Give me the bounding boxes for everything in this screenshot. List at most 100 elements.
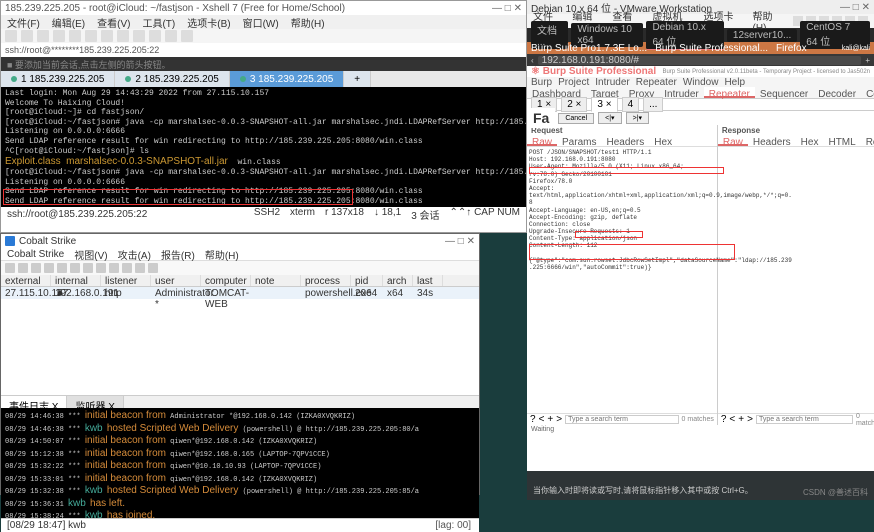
toolbar-icon[interactable] [53,30,65,42]
response-body[interactable] [718,147,874,413]
add-icon[interactable]: + [738,414,744,425]
bmenu[interactable]: Burp [531,77,552,88]
rtab-active[interactable]: 3 × [591,97,617,112]
ctb-icon[interactable] [109,263,119,273]
btab-listeners[interactable]: 监听器 X [67,396,123,408]
pst-hex[interactable]: Hex [796,136,824,146]
nav-icon[interactable]: < [729,414,735,425]
rst-params[interactable]: Params [557,136,601,146]
ctb-icon[interactable] [57,263,67,273]
toolbar-icon[interactable] [181,30,193,42]
next-button[interactable]: >|▾ [626,112,649,124]
toolbar-icon[interactable] [133,30,145,42]
url-field[interactable]: 192.168.0.191:8080/# [538,56,862,65]
xshell-terminal[interactable]: Last login: Mon Aug 29 14:43:29 2022 fro… [1,87,526,207]
table-header[interactable]: external internal ▲ listener user comput… [1,275,479,287]
cobalt-toolbar[interactable] [1,261,479,275]
ctb-icon[interactable] [96,263,106,273]
toolbar-icon[interactable] [69,30,81,42]
nav-icon[interactable]: > [747,414,753,425]
menu-view[interactable]: 查看(V) [97,15,130,30]
xshell-toolbar[interactable] [1,29,526,43]
burp-menubar[interactable]: Burp Project Intruder Repeater Window He… [527,77,874,87]
request-body[interactable]: POST /JSON/SNAPSHOT/test1 HTTP/1.1 Host:… [527,147,717,409]
ctb-icon[interactable] [135,263,145,273]
rst-raw[interactable]: Raw [527,136,557,146]
rst-hex[interactable]: Hex [649,136,677,146]
th-arch[interactable]: arch [383,275,413,286]
menu-window[interactable]: 窗口(W) [243,15,279,30]
bmenu[interactable]: Repeater [636,77,677,88]
search-icon[interactable]: ? [721,414,727,425]
nav-back-icon[interactable]: ‹ [531,56,534,65]
menu-tab[interactable]: 选项卡(B) [187,15,230,30]
btab-comparer[interactable]: Comparer [861,87,874,98]
menu-tools[interactable]: 工具(T) [142,15,175,30]
add-tab-icon[interactable]: + [865,56,870,65]
cobalt-window-controls[interactable]: — □ ✕ [445,236,475,247]
pst-html[interactable]: HTML [823,136,860,146]
xshell-menubar[interactable]: 文件(F) 编辑(E) 查看(V) 工具(T) 选项卡(B) 窗口(W) 帮助(… [1,15,526,29]
prev-button[interactable]: <|▾ [598,112,621,124]
rtab[interactable]: 4 [622,97,640,112]
app-tab[interactable]: Firefox [776,43,807,54]
app-tab[interactable]: Burp Suite Pro1.7.3E Lo... [531,43,647,54]
menu-file[interactable]: 文件(F) [7,15,40,30]
cobalt-input-bar[interactable]: [08/29 18:47] kwb [lag: 00] [1,518,479,532]
ctb-icon[interactable] [44,263,54,273]
toolbar-icon[interactable] [101,30,113,42]
dtab[interactable]: 12server10... [727,29,797,42]
rtab[interactable]: 2 × [561,97,587,112]
toolbar-icon[interactable] [85,30,97,42]
th-listener[interactable]: listener [101,275,151,286]
ctb-icon[interactable] [18,263,28,273]
cmenu-cs[interactable]: Cobalt Strike [7,249,64,260]
th-note[interactable]: note [251,275,301,286]
xshell-window-controls[interactable]: — □ ✕ [492,3,522,14]
toolbar-icon[interactable] [21,30,33,42]
toolbar-icon[interactable] [37,30,49,42]
rtab-more[interactable]: ... [643,97,663,112]
app-tab[interactable]: Burp Suite Professional... [655,43,768,54]
xshell-tab-add[interactable]: + [344,71,371,87]
menu-edit[interactable]: 编辑(E) [52,15,85,30]
xshell-tab-3[interactable]: 3 185.239.225.205 [230,71,344,87]
th-pid[interactable]: pid [351,275,383,286]
cmenu-help[interactable]: 帮助(H) [205,247,239,262]
search-input[interactable] [565,415,678,424]
btab-sequencer[interactable]: Sequencer [755,87,813,98]
ctb-icon[interactable] [148,263,158,273]
btab-eventlog[interactable]: 事件日志 X [1,396,67,408]
ctb-icon[interactable] [5,263,15,273]
search-input[interactable] [756,415,853,424]
rst-headers[interactable]: Headers [601,136,649,146]
ctb-icon[interactable] [122,263,132,273]
toolbar-icon[interactable] [165,30,177,42]
table-row[interactable]: 27.115.10.157 192.168.0.191 http Adminis… [1,287,479,299]
toolbar-icon[interactable] [149,30,161,42]
cmenu-attack[interactable]: 攻击(A) [118,247,151,262]
pst-headers[interactable]: Headers [748,136,796,146]
bmenu[interactable]: Project [558,77,589,88]
pst-render[interactable]: Render [861,136,874,146]
menu-help[interactable]: 帮助(H) [291,15,325,30]
xshell-tab-2[interactable]: 2 185.239.225.205 [115,71,229,87]
ctb-icon[interactable] [31,263,41,273]
cobalt-event-log[interactable]: 08/29 14:46:38 *** initial beacon from A… [1,408,479,518]
xshell-address[interactable]: ssh://root@********185.239.225.205:22 [1,43,526,57]
th-internal[interactable]: internal ▲ [51,275,101,286]
vm-window-controls[interactable]: — □ ✕ [840,2,870,13]
th-process[interactable]: process [301,275,351,286]
th-user[interactable]: user [151,275,201,286]
cancel-button[interactable]: Cancel [558,113,594,124]
th-computer[interactable]: computer [201,275,251,286]
btab-repeater[interactable]: Repeater [704,87,755,98]
toolbar-icon[interactable] [117,30,129,42]
th-last[interactable]: last [413,275,443,286]
btab-intruder[interactable]: Intruder [659,87,703,98]
bmenu[interactable]: Help [724,77,745,88]
bmenu[interactable]: Window [683,77,719,88]
xshell-tab-1[interactable]: 1 185.239.225.205 [1,71,115,87]
toolbar-icon[interactable] [5,30,17,42]
cmenu-view[interactable]: 视图(V) [74,247,107,262]
